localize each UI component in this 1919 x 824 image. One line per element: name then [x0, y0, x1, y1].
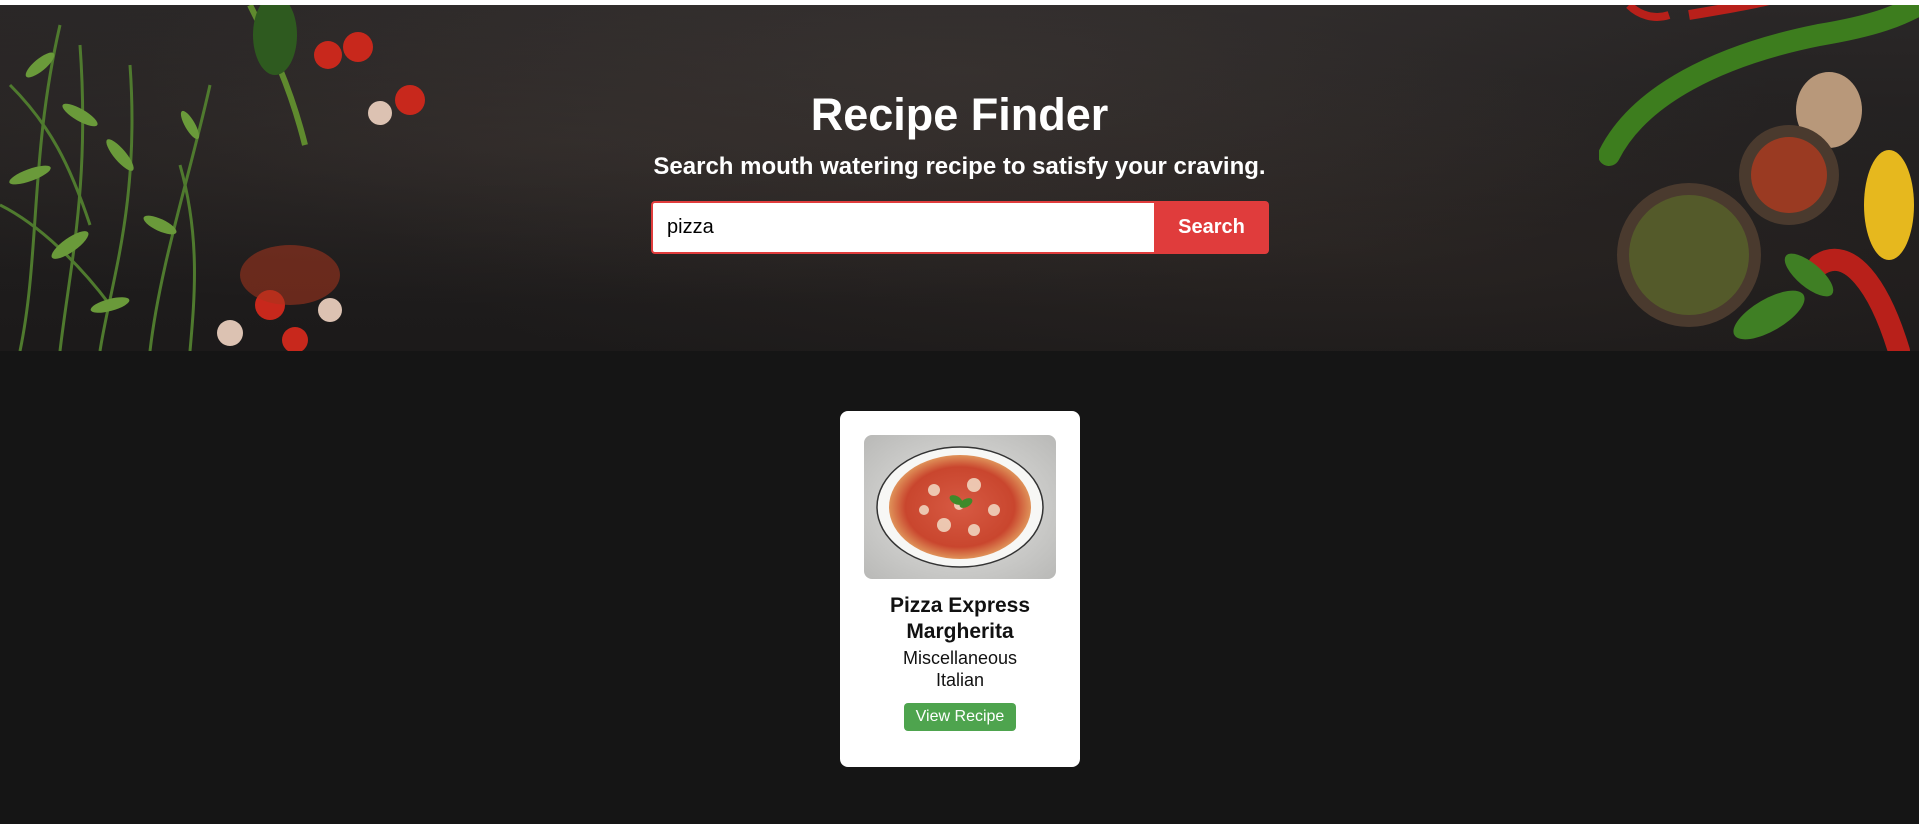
view-recipe-button[interactable]: View Recipe — [904, 703, 1016, 731]
results-section: Pizza Express Margherita Miscellaneous I… — [0, 351, 1919, 824]
search-input[interactable] — [651, 201, 1154, 254]
hero-banner: Recipe Finder Search mouth watering reci… — [0, 5, 1919, 351]
page-title: Recipe Finder — [810, 89, 1109, 140]
recipe-image — [864, 435, 1056, 579]
page-subtitle: Search mouth watering recipe to satisfy … — [653, 153, 1266, 180]
pizza-image — [864, 435, 1056, 579]
recipe-card: Pizza Express Margherita Miscellaneous I… — [840, 411, 1080, 767]
recipe-area: Italian — [935, 670, 985, 690]
search-form: Search — [651, 201, 1269, 254]
recipe-title: Pizza Express Margherita — [889, 594, 1031, 643]
recipe-category: Miscellaneous — [902, 648, 1018, 668]
search-button[interactable]: Search — [1154, 201, 1269, 254]
